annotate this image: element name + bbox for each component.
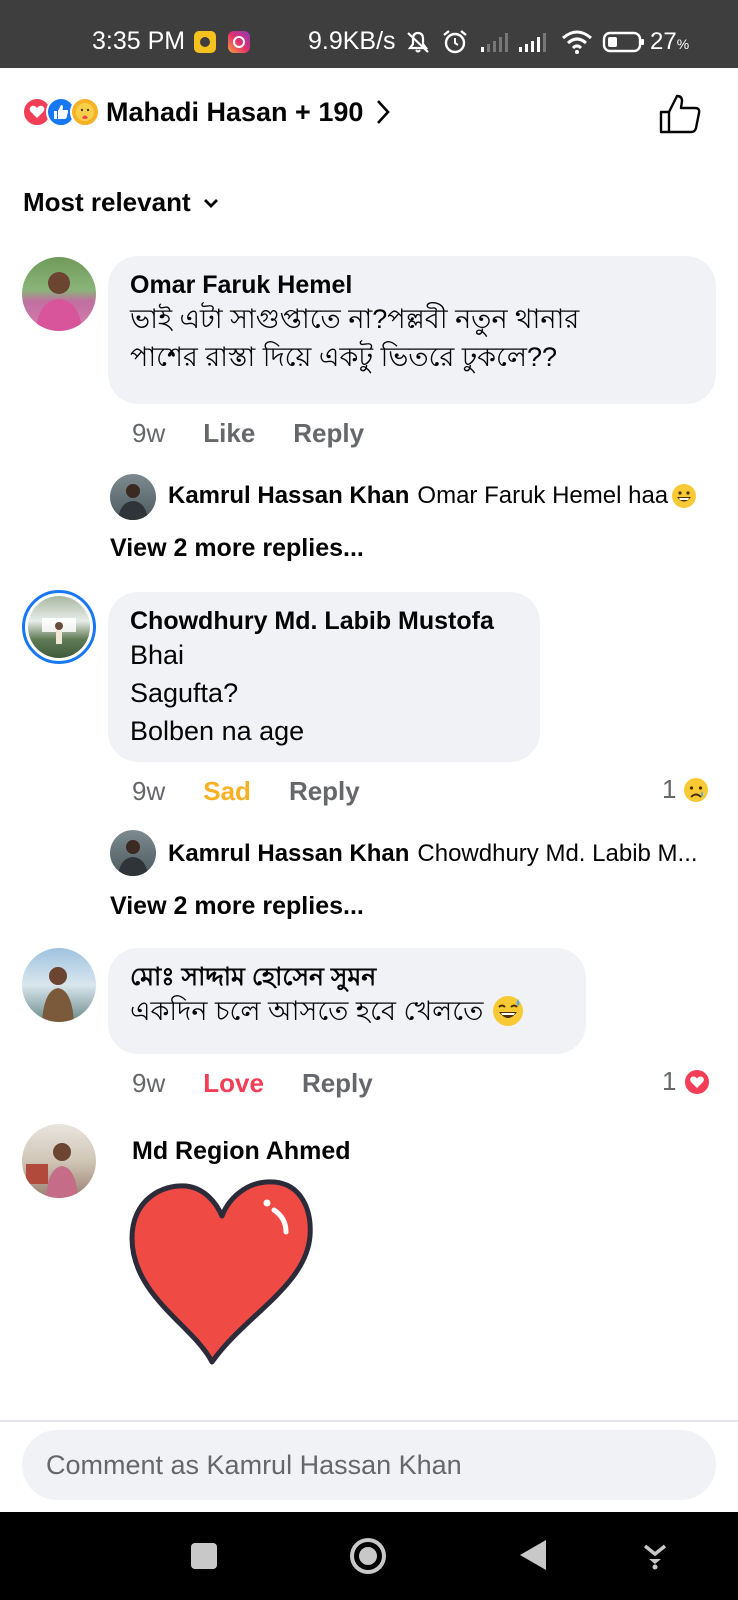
sweat-smile-emoji-icon <box>493 996 524 1026</box>
divider <box>0 1420 738 1422</box>
mute-bell-icon <box>407 31 429 53</box>
comment-text-row: একদিন চলে আসতে হবে খেলতে <box>130 992 564 1030</box>
comment-author[interactable]: Md Region Ahmed <box>132 1136 351 1166</box>
reply-author: Kamrul Hassan Khan <box>168 482 410 509</box>
avatar[interactable] <box>22 948 96 1022</box>
reaction-count[interactable]: 1 <box>662 774 710 805</box>
love-reaction-icon <box>683 1067 712 1096</box>
reaction-count-value: 1 <box>662 774 677 804</box>
recents-button-icon[interactable] <box>190 1542 218 1570</box>
care-reaction-icon <box>70 97 100 127</box>
reaction-count[interactable]: 1 <box>662 1066 712 1097</box>
view-more-replies[interactable]: View 2 more replies... <box>110 534 364 563</box>
reply-text: Omar Faruk Hemel haa <box>417 482 669 509</box>
reply-preview[interactable]: Kamrul Hassan Khan Omar Faruk Hemel haa <box>168 482 698 510</box>
avatar[interactable] <box>110 830 156 876</box>
comment-bubble[interactable]: Omar Faruk Hemel ভাই এটা সাগুপ্তাতে না?প… <box>108 256 716 404</box>
comment-time: 9w <box>132 1068 166 1098</box>
avatar[interactable] <box>22 257 96 331</box>
avatar[interactable] <box>110 474 156 520</box>
system-nav-bar <box>0 1512 738 1600</box>
reply-button[interactable]: Reply <box>293 418 364 449</box>
status-bar: 3:35 PM 9.9KB/s 27% <box>0 0 738 68</box>
sort-dropdown[interactable]: Most relevant <box>23 187 219 218</box>
comment-input-placeholder: Comment as Kamrul Hassan Khan <box>46 1449 462 1480</box>
reactions-label: Mahadi Hasan + 190 <box>106 96 364 127</box>
sort-label: Most relevant <box>23 187 191 217</box>
grinning-emoji-icon <box>672 484 697 508</box>
reply-author: Kamrul Hassan Khan <box>168 840 410 867</box>
status-time: 3:35 PM <box>92 27 186 55</box>
comment-text: Bolben na age <box>130 716 305 746</box>
comment-input[interactable]: Comment as Kamrul Hassan Khan <box>22 1430 716 1500</box>
comment-text: পাশের রাস্তা দিয়ে একটু ভিতরে ঢুকলে?? <box>130 342 558 372</box>
avatar[interactable] <box>22 1124 96 1198</box>
heart-sticker[interactable] <box>124 1176 316 1370</box>
sad-emoji-icon <box>684 777 709 802</box>
instagram-notification-icon <box>228 31 250 53</box>
reaction-count-value: 1 <box>662 1066 677 1096</box>
app-notification-icon <box>194 31 216 53</box>
like-thumb-icon[interactable] <box>658 92 702 136</box>
status-icons: 27% <box>404 28 689 56</box>
comment-actions: 9w Like Reply <box>132 418 402 449</box>
view-more-replies[interactable]: View 2 more replies... <box>110 892 364 921</box>
reply-preview[interactable]: Kamrul Hassan Khan Chowdhury Md. Labib M… <box>168 840 698 868</box>
network-speed: 9.9KB/s <box>308 27 396 55</box>
signal-icon <box>519 33 546 52</box>
signal-icon <box>481 33 508 52</box>
comment-bubble[interactable]: Chowdhury Md. Labib Mustofa Bhai Sagufta… <box>108 592 540 762</box>
battery-level: 27% <box>650 28 690 55</box>
reply-text: Chowdhury Md. Labib M... <box>417 840 698 867</box>
home-button-icon[interactable] <box>348 1536 388 1576</box>
chevron-right-icon <box>377 100 391 124</box>
comment-text: Sagufta? <box>130 678 239 708</box>
comment-text: Bhai <box>130 640 185 670</box>
comment-time: 9w <box>132 776 166 806</box>
reactions-summary[interactable]: Mahadi Hasan + 190 <box>22 92 391 132</box>
comment-actions: 9w Love Reply <box>132 1068 411 1099</box>
nav-menu-down-icon[interactable] <box>642 1542 668 1570</box>
love-reaction-button[interactable]: Love <box>203 1068 264 1099</box>
alarm-icon <box>443 30 467 54</box>
reply-button[interactable]: Reply <box>289 776 360 807</box>
comment-actions: 9w Sad Reply <box>132 776 398 807</box>
comment-text: ভাই এটা সাগুপ্তাতে না?পল্লবী নতুন থানার <box>130 304 580 334</box>
comment-bubble[interactable]: মোঃ সাদ্দাম হোসেন সুমন একদিন চলে আসতে হব… <box>108 948 586 1054</box>
comment-author[interactable]: Chowdhury Md. Labib Mustofa <box>130 606 518 636</box>
back-button-icon[interactable] <box>518 1538 548 1572</box>
reply-button[interactable]: Reply <box>302 1068 373 1099</box>
comment-text: একদিন চলে আসতে হবে খেলতে <box>130 996 484 1026</box>
comment-author[interactable]: মোঃ সাদ্দাম হোসেন সুমন <box>130 962 564 992</box>
comment-author[interactable]: Omar Faruk Hemel <box>130 270 694 300</box>
battery-icon <box>602 31 644 53</box>
comment-time: 9w <box>132 418 166 448</box>
sad-reaction-button[interactable]: Sad <box>203 776 251 807</box>
like-button[interactable]: Like <box>203 418 255 449</box>
chevron-down-icon <box>203 198 218 208</box>
wifi-icon <box>562 30 592 54</box>
avatar[interactable] <box>22 590 96 664</box>
